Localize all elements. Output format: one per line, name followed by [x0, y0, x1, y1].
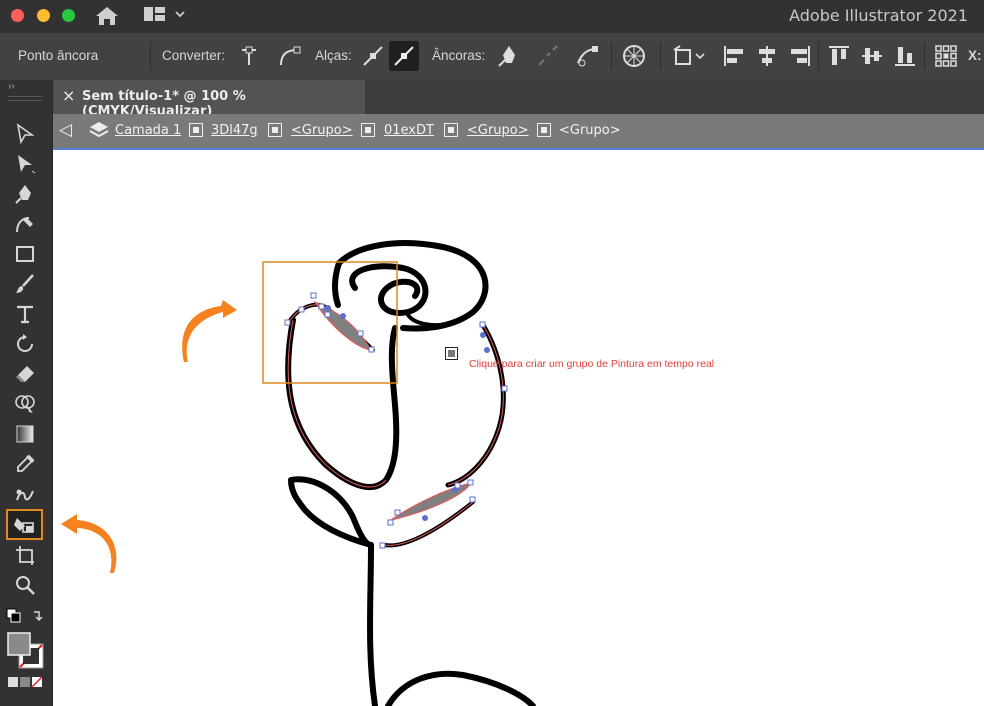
tools-panel: ›› — [0, 80, 53, 706]
app-title: Adobe Illustrator 2021 — [789, 6, 968, 25]
close-window-button[interactable] — [11, 9, 24, 22]
selection-type-label: Ponto âncora — [18, 48, 99, 63]
breadcrumb-item-current: <Grupo> — [559, 123, 621, 138]
back-arrow-icon[interactable]: ◁ — [59, 120, 72, 140]
convert-to-corner-icon[interactable] — [236, 43, 262, 69]
artboard-icon — [16, 546, 34, 565]
pen-icon — [15, 185, 31, 204]
eraser-tool[interactable] — [8, 360, 42, 388]
divider — [150, 41, 151, 71]
fill-stroke-swatch[interactable] — [6, 631, 46, 671]
gradient-icon — [16, 425, 34, 443]
live-paint-bucket-icon — [13, 517, 34, 533]
connect-anchors-icon[interactable] — [535, 43, 561, 69]
group-icon — [537, 123, 551, 137]
zoom-window-button[interactable] — [62, 9, 75, 22]
align-left-icon[interactable] — [721, 43, 747, 69]
curvature-icon — [16, 217, 33, 233]
cut-path-icon[interactable] — [574, 43, 600, 69]
workspace-switcher-icon[interactable] — [143, 6, 189, 24]
selection-tool[interactable] — [8, 120, 42, 148]
divider — [611, 41, 612, 71]
breadcrumb-item[interactable]: <Grupo> — [467, 123, 529, 138]
pen-tool[interactable] — [8, 180, 42, 208]
eyedropper-icon — [17, 454, 35, 472]
paintbrush-tool[interactable] — [8, 270, 42, 298]
home-icon[interactable] — [94, 5, 120, 27]
x-coordinate-label: X: — [968, 48, 982, 63]
rose-artwork[interactable] — [53, 150, 984, 706]
artboard-canvas[interactable]: Clique para criar um grupo de Pintura em… — [53, 150, 984, 706]
convert-to-smooth-icon[interactable] — [276, 43, 302, 69]
rotate-tool[interactable] — [8, 330, 42, 358]
align-right-icon[interactable] — [787, 43, 813, 69]
document-tab[interactable]: × Sem título-1* @ 100 % (CMYK/Visualizar… — [53, 80, 365, 119]
blend-tool[interactable] — [8, 480, 42, 508]
title-bar: Adobe Illustrator 2021 — [0, 0, 984, 33]
breadcrumb-item[interactable]: 01exDT — [384, 123, 434, 138]
blend-icon — [16, 489, 34, 501]
selection-arrow-icon — [16, 123, 35, 145]
zoom-icon — [16, 576, 35, 595]
eraser-icon — [16, 366, 34, 382]
collapse-panel-icon[interactable]: ›› — [8, 81, 15, 92]
live-paint-bucket-tool[interactable] — [6, 509, 43, 540]
breadcrumb-item[interactable]: <Grupo> — [291, 123, 353, 138]
group-icon — [189, 123, 203, 137]
artboard-tool[interactable] — [8, 541, 42, 569]
reference-point-icon[interactable] — [933, 43, 959, 69]
rectangle-icon — [16, 246, 34, 262]
align-horizontal-center-icon[interactable] — [754, 43, 780, 69]
eyedropper-tool[interactable] — [8, 450, 42, 478]
direct-selection-tool[interactable] — [8, 150, 42, 178]
align-bottom-icon[interactable] — [892, 43, 918, 69]
direct-selection-icon — [18, 155, 36, 174]
layers-icon — [89, 122, 109, 138]
show-handles-icon[interactable] — [360, 43, 386, 69]
gradient-tool[interactable] — [8, 420, 42, 448]
curvature-tool[interactable] — [8, 210, 42, 238]
recolor-artwork-icon[interactable] — [621, 43, 647, 69]
close-tab-icon[interactable]: × — [62, 86, 75, 105]
convert-label: Converter: — [162, 48, 226, 63]
document-tab-bar: × Sem título-1* @ 100 % (CMYK/Visualizar… — [53, 80, 984, 119]
shape-builder-tool[interactable] — [8, 390, 42, 418]
isolation-breadcrumb-bar: ◁ Camada 1 3Dl47g <Grupo> 01exDT <Grupo>… — [53, 114, 984, 150]
control-bar: Ponto âncora Converter: Alças: Âncoras: — [0, 33, 984, 81]
group-icon — [361, 123, 375, 137]
divider — [660, 41, 661, 71]
panel-grip[interactable] — [8, 96, 42, 101]
group-icon — [268, 123, 282, 137]
anchors-label: Âncoras: — [432, 48, 486, 63]
remove-anchor-icon[interactable] — [496, 43, 522, 69]
tooltip-hint: Clique para criar um grupo de Pintura em… — [469, 358, 715, 370]
shape-builder-icon — [15, 395, 35, 413]
rectangle-tool[interactable] — [8, 240, 42, 268]
transform-icon[interactable] — [672, 43, 706, 69]
hide-handles-button[interactable] — [389, 41, 419, 71]
minimize-window-button[interactable] — [37, 9, 50, 22]
rotate-icon — [17, 334, 33, 352]
align-top-icon[interactable] — [826, 43, 852, 69]
live-paint-cursor-icon — [445, 347, 458, 360]
divider — [924, 41, 925, 71]
color-mode-icons[interactable] — [8, 676, 44, 688]
align-vertical-center-icon[interactable] — [859, 43, 885, 69]
breadcrumb-item-layer[interactable]: Camada 1 — [115, 123, 181, 138]
handles-label: Alças: — [315, 48, 352, 63]
type-icon — [17, 305, 33, 324]
type-tool[interactable] — [8, 300, 42, 328]
paintbrush-icon — [16, 274, 34, 293]
divider — [818, 41, 819, 71]
group-icon — [444, 123, 458, 137]
zoom-tool[interactable] — [8, 571, 42, 599]
breadcrumb-item[interactable]: 3Dl47g — [211, 123, 258, 138]
hide-handles-icon — [394, 46, 414, 66]
default-fill-stroke-icon[interactable] — [6, 608, 46, 626]
